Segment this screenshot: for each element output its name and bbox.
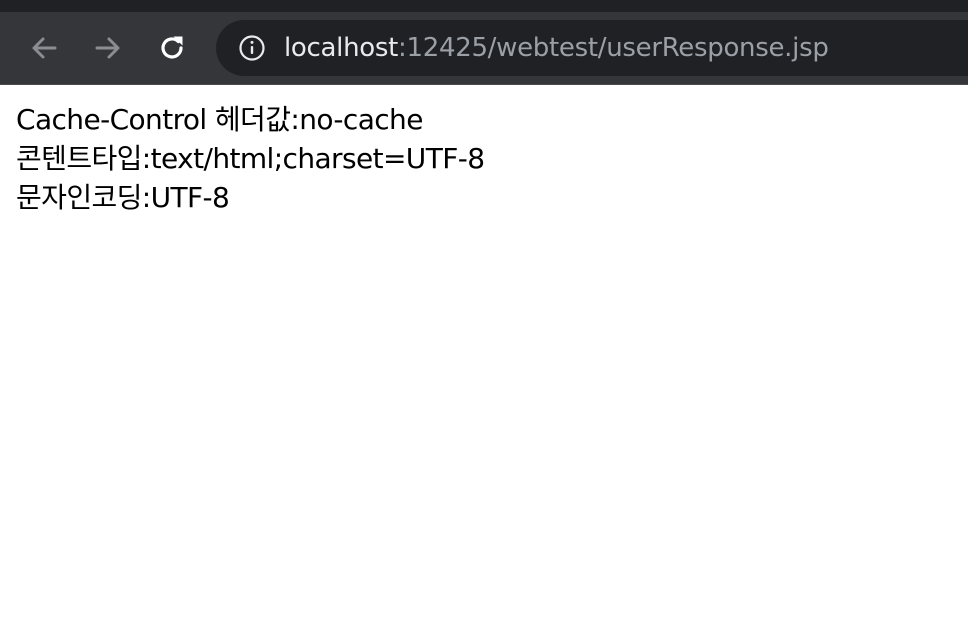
- character-encoding-line: 문자인코딩:UTF-8: [16, 181, 230, 214]
- info-icon[interactable]: [238, 34, 266, 62]
- arrow-right-icon: [95, 37, 120, 59]
- reload-button[interactable]: [152, 28, 192, 68]
- arrow-left-icon: [32, 37, 57, 59]
- forward-button[interactable]: [88, 28, 128, 68]
- content-type-line: 콘텐트타입:text/html;charset=UTF-8: [16, 142, 485, 175]
- browser-tab-strip: [0, 0, 968, 12]
- url-host: localhost: [284, 33, 399, 63]
- cache-control-line: Cache-Control 헤더값:no-cache: [16, 103, 423, 136]
- address-bar[interactable]: localhost:12425/webtest/userResponse.jsp: [216, 20, 968, 76]
- page-content: Cache-Control 헤더값:no-cache 콘텐트타입:text/ht…: [16, 100, 956, 217]
- url-path: :12425/webtest/userResponse.jsp: [398, 33, 829, 63]
- browser-toolbar: localhost:12425/webtest/userResponse.jsp: [0, 12, 968, 85]
- back-button[interactable]: [24, 28, 64, 68]
- reload-icon: [161, 36, 183, 59]
- url-text[interactable]: localhost:12425/webtest/userResponse.jsp: [284, 33, 829, 63]
